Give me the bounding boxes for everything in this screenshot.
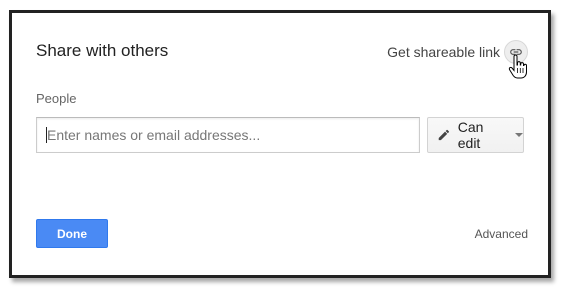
shareable-link-label[interactable]: Get shareable link	[387, 44, 500, 60]
hand-cursor-icon	[508, 54, 527, 79]
get-shareable-link[interactable]: Get shareable link	[387, 40, 528, 64]
done-button[interactable]: Done	[36, 219, 108, 248]
people-input[interactable]	[36, 117, 420, 153]
permission-dropdown[interactable]: Can edit	[427, 117, 524, 153]
dialog-title: Share with others	[36, 41, 169, 60]
permission-label[interactable]: Can edit	[458, 119, 509, 151]
pencil-icon	[438, 129, 450, 141]
advanced-link[interactable]: Advanced	[475, 227, 528, 241]
dropdown-arrow-icon[interactable]	[515, 133, 523, 137]
share-dialog: Share with others Get shareable link Peo…	[9, 10, 551, 278]
text-caret	[46, 127, 47, 143]
people-label: People	[36, 91, 77, 106]
